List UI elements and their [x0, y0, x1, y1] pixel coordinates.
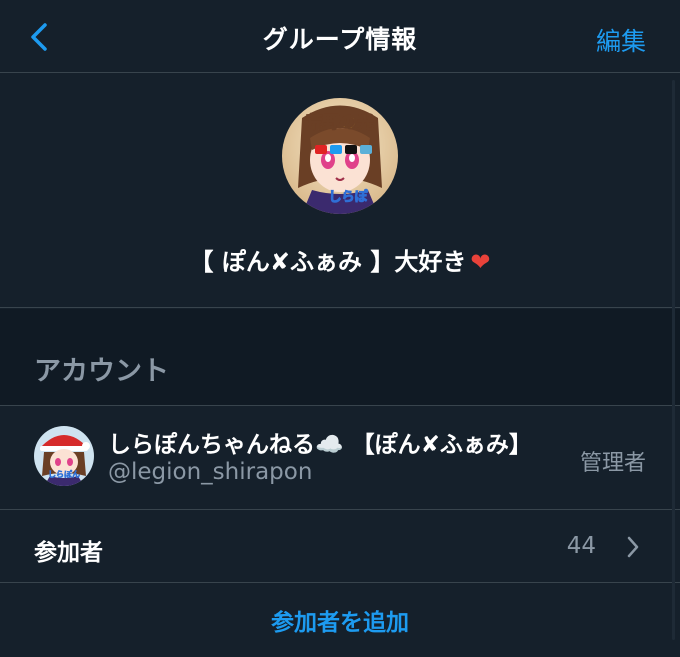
members-row[interactable]: 参加者 44: [0, 511, 680, 583]
group-name: 【 ぽん✘ふぁみ 】大好き ❤: [0, 242, 680, 277]
edit-button[interactable]: 編集: [596, 22, 646, 58]
members-count: 44: [566, 533, 596, 559]
avatar-text-top: 荒野の光: [305, 112, 374, 133]
members-label: 参加者: [34, 540, 103, 566]
group-avatar[interactable]: 荒野の光 しらぽ: [282, 98, 398, 214]
group-header: 荒野の光 しらぽ 【 ぽん✘ふぁみ 】大好き ❤: [0, 74, 680, 308]
avatar-text: しらぽん: [48, 469, 80, 479]
account-handle: @legion_shirapon: [108, 459, 313, 485]
avatar[interactable]: しらぽん: [34, 426, 94, 486]
section-header: アカウント: [0, 309, 680, 406]
avatar-text-bottom: しらぽ: [328, 189, 368, 205]
heart-icon: ❤: [470, 248, 491, 276]
section-title: アカウント: [34, 356, 169, 387]
add-members-button[interactable]: 参加者を追加: [0, 603, 680, 637]
chevron-right-icon: [627, 536, 639, 558]
group-name-text: 【 ぽん✘ふぁみ 】大好き: [189, 248, 467, 276]
account-row[interactable]: しらぽん しらぽんちゃんねる☁️ 【ぽん✘ふぁみ】 @legion_shirap…: [0, 407, 680, 510]
role-badge: 管理者: [579, 451, 646, 476]
page-title: グループ情報: [262, 25, 418, 54]
scrollbar[interactable]: [672, 80, 675, 640]
account-name: しらぽんちゃんねる☁️ 【ぽん✘ふぁみ】: [108, 432, 532, 458]
navigation-bar: グループ情報 編集: [0, 0, 680, 73]
